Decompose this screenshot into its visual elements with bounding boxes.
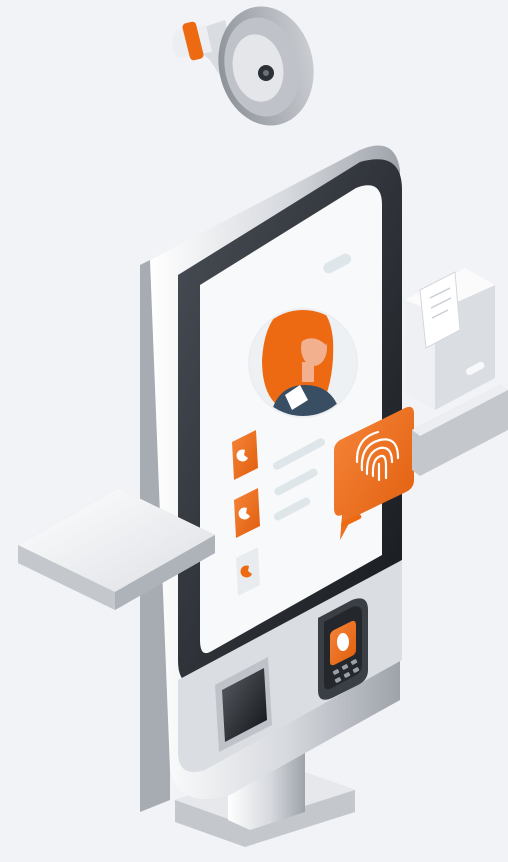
receipt-printer-icon — [405, 268, 508, 476]
illustration-stage — [0, 0, 508, 862]
megaphone-icon — [172, 6, 314, 126]
kiosk-illustration — [18, 6, 508, 847]
